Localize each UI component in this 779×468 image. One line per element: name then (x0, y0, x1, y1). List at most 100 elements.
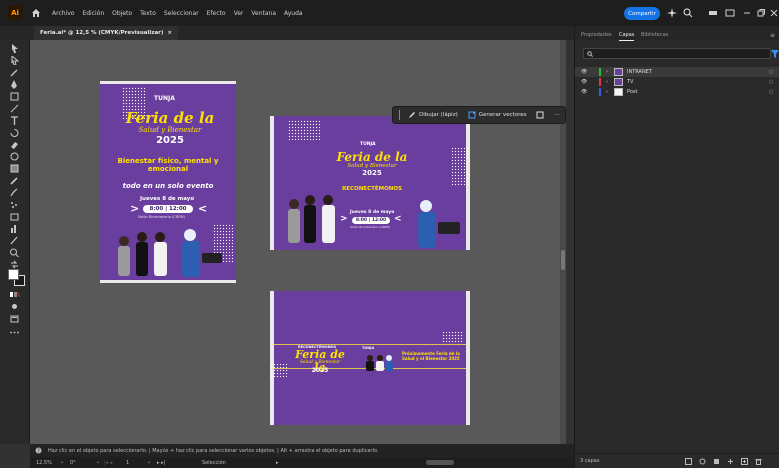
menu-objeto[interactable]: Objeto (112, 10, 132, 17)
artboard-intranet[interactable]: RECONECTÉMONOS Feria de la Salud y Biene… (270, 291, 470, 425)
selection-tool-icon[interactable] (9, 44, 20, 53)
eyedropper-tool-icon[interactable] (9, 176, 20, 185)
mode-arrow-icon[interactable]: ▸ (276, 460, 279, 466)
menu-efecto[interactable]: Efecto (207, 10, 226, 17)
share-button[interactable]: Compartir (624, 7, 660, 20)
generate-vectors-button[interactable]: Generar vectores (463, 111, 532, 119)
direct-selection-tool-icon[interactable] (9, 54, 20, 66)
help-icon[interactable]: ? (35, 447, 42, 454)
color-mode-icon[interactable] (9, 290, 21, 299)
layer-row-post[interactable]: 👁 › Post ○ (575, 87, 779, 97)
export-icon[interactable] (685, 458, 692, 465)
artboard-tool-icon[interactable] (9, 212, 20, 221)
artboard-post[interactable]: TUNJA Feria de la Salud y Bienestar 2025… (100, 81, 236, 283)
tv-nurse-photo (418, 200, 460, 248)
dot-pattern-2 (451, 147, 470, 187)
screen-mode-icon[interactable] (9, 314, 20, 323)
visibility-eye-icon[interactable]: 👁 (581, 69, 587, 75)
menu-ayuda[interactable]: Ayuda (284, 10, 303, 17)
slice-tool-icon[interactable] (9, 236, 20, 245)
document-tab-title: Feria.ai* @ 12,5 % (CMYK/Previsualizar) (40, 30, 164, 36)
expand-chevron-icon[interactable]: › (606, 89, 608, 95)
tab-layers[interactable]: Capas (619, 32, 635, 41)
swap-colors-icon[interactable] (9, 260, 20, 269)
status-mode[interactable]: Selección (202, 460, 226, 466)
home-icon[interactable] (30, 7, 42, 19)
arrange-icon[interactable] (708, 8, 718, 18)
menu-seleccionar[interactable]: Seleccionar (164, 10, 199, 17)
symbol-sprayer-tool-icon[interactable] (9, 200, 20, 209)
fill-color-swatch[interactable] (8, 269, 19, 280)
locate-object-icon[interactable] (699, 458, 706, 465)
target-circle-icon[interactable]: ○ (769, 69, 773, 75)
expand-chevron-icon[interactable]: › (606, 69, 608, 75)
menu-ver[interactable]: Ver (234, 10, 244, 17)
target-circle-icon[interactable]: ○ (769, 79, 773, 85)
close-icon[interactable] (769, 8, 779, 18)
target-circle-icon[interactable]: ○ (769, 89, 773, 95)
canvas[interactable]: TUNJA Feria de la Salud y Bienestar 2025… (30, 40, 566, 444)
panel-menu-icon[interactable]: ≡ (770, 32, 775, 39)
minimize-icon[interactable] (742, 8, 752, 18)
next-artboard-icon[interactable]: ▸ ▸| (157, 460, 165, 466)
tv-date: Jueves 8 de mayo (350, 210, 395, 215)
pen-tool-icon[interactable] (9, 80, 20, 89)
menu-ventana[interactable]: Ventana (251, 10, 276, 17)
expand-chevron-icon[interactable]: › (606, 79, 608, 85)
artboard-tv[interactable]: TUNJA Feria de la Salud y Bienestar 2025… (270, 116, 470, 250)
image-options-button[interactable] (531, 111, 549, 119)
magic-wand-tool-icon[interactable] (9, 68, 20, 77)
blend-tool-icon[interactable] (9, 152, 20, 161)
menu-texto[interactable]: Texto (140, 10, 156, 17)
bar-graph-tool-icon[interactable] (9, 224, 20, 233)
search-icon[interactable] (683, 8, 693, 18)
menu-edicion[interactable]: Edición (82, 10, 104, 17)
new-sublayer-icon[interactable] (727, 458, 734, 465)
artboard-dropdown-icon[interactable]: ⌄ (147, 459, 151, 465)
layer-thumbnail (614, 78, 623, 86)
filter-icon[interactable] (771, 50, 779, 58)
menu-archivo[interactable]: Archivo (52, 10, 74, 17)
canvas-scrollbar-vertical[interactable] (560, 40, 566, 444)
tab-libraries[interactable]: Bibliotecas (641, 32, 668, 38)
rotate-tool-icon[interactable] (9, 128, 20, 137)
clipping-mask-icon[interactable] (713, 458, 720, 465)
rectangle-tool-icon[interactable] (9, 92, 20, 101)
draw-pencil-button[interactable]: Dibujar (lápiz) (403, 111, 463, 119)
restore-icon[interactable] (756, 8, 766, 18)
drawing-mode-icon[interactable] (9, 302, 20, 311)
visibility-eye-icon[interactable]: 👁 (581, 89, 587, 95)
workspace-icon[interactable] (725, 8, 735, 18)
drag-handle[interactable] (399, 110, 400, 120)
gradient-tool-icon[interactable] (9, 164, 20, 173)
arrow-left-icon: < (394, 214, 402, 224)
artboard-number[interactable]: 1 (126, 460, 129, 466)
rotation-value[interactable]: 0° (70, 460, 76, 466)
scroll-thumb[interactable] (561, 250, 565, 270)
more-options-button[interactable]: ··· (549, 112, 564, 118)
rotation-dropdown-icon[interactable]: ⌄ (96, 459, 100, 465)
eraser-tool-icon[interactable] (9, 140, 20, 149)
line-tool-icon[interactable] (9, 104, 20, 113)
sparkle-icon[interactable] (667, 8, 677, 18)
zoom-level[interactable]: 12,5% (36, 460, 52, 466)
new-layer-icon[interactable] (741, 458, 748, 465)
tab-properties[interactable]: Propiedades (581, 32, 612, 38)
search-icon (587, 51, 593, 57)
document-tab-bar: Feria.ai* @ 12,5 % (CMYK/Previsualizar) … (0, 26, 574, 40)
layers-search-input[interactable] (583, 48, 771, 59)
horizontal-scroll-thumb[interactable] (426, 460, 454, 465)
visibility-eye-icon[interactable]: 👁 (581, 79, 587, 85)
zoom-dropdown-icon[interactable]: ⌄ (60, 459, 64, 465)
tab-close-icon[interactable]: × (167, 30, 172, 36)
document-tab[interactable]: Feria.ai* @ 12,5 % (CMYK/Previsualizar) … (34, 26, 179, 40)
brush-tool-icon[interactable] (9, 188, 20, 197)
delete-layer-icon[interactable] (755, 458, 762, 465)
layer-row-intranet[interactable]: 👁 › INTRANET ○ (575, 67, 779, 77)
type-tool-icon[interactable] (9, 116, 20, 125)
first-artboard-icon[interactable]: |◂ ◂ (104, 460, 112, 466)
layer-row-tv[interactable]: 👁 › TV ○ (575, 77, 779, 87)
app-logo: Ai (8, 6, 22, 20)
zoom-tool-icon[interactable] (9, 248, 20, 258)
more-tools-icon[interactable] (9, 328, 20, 337)
